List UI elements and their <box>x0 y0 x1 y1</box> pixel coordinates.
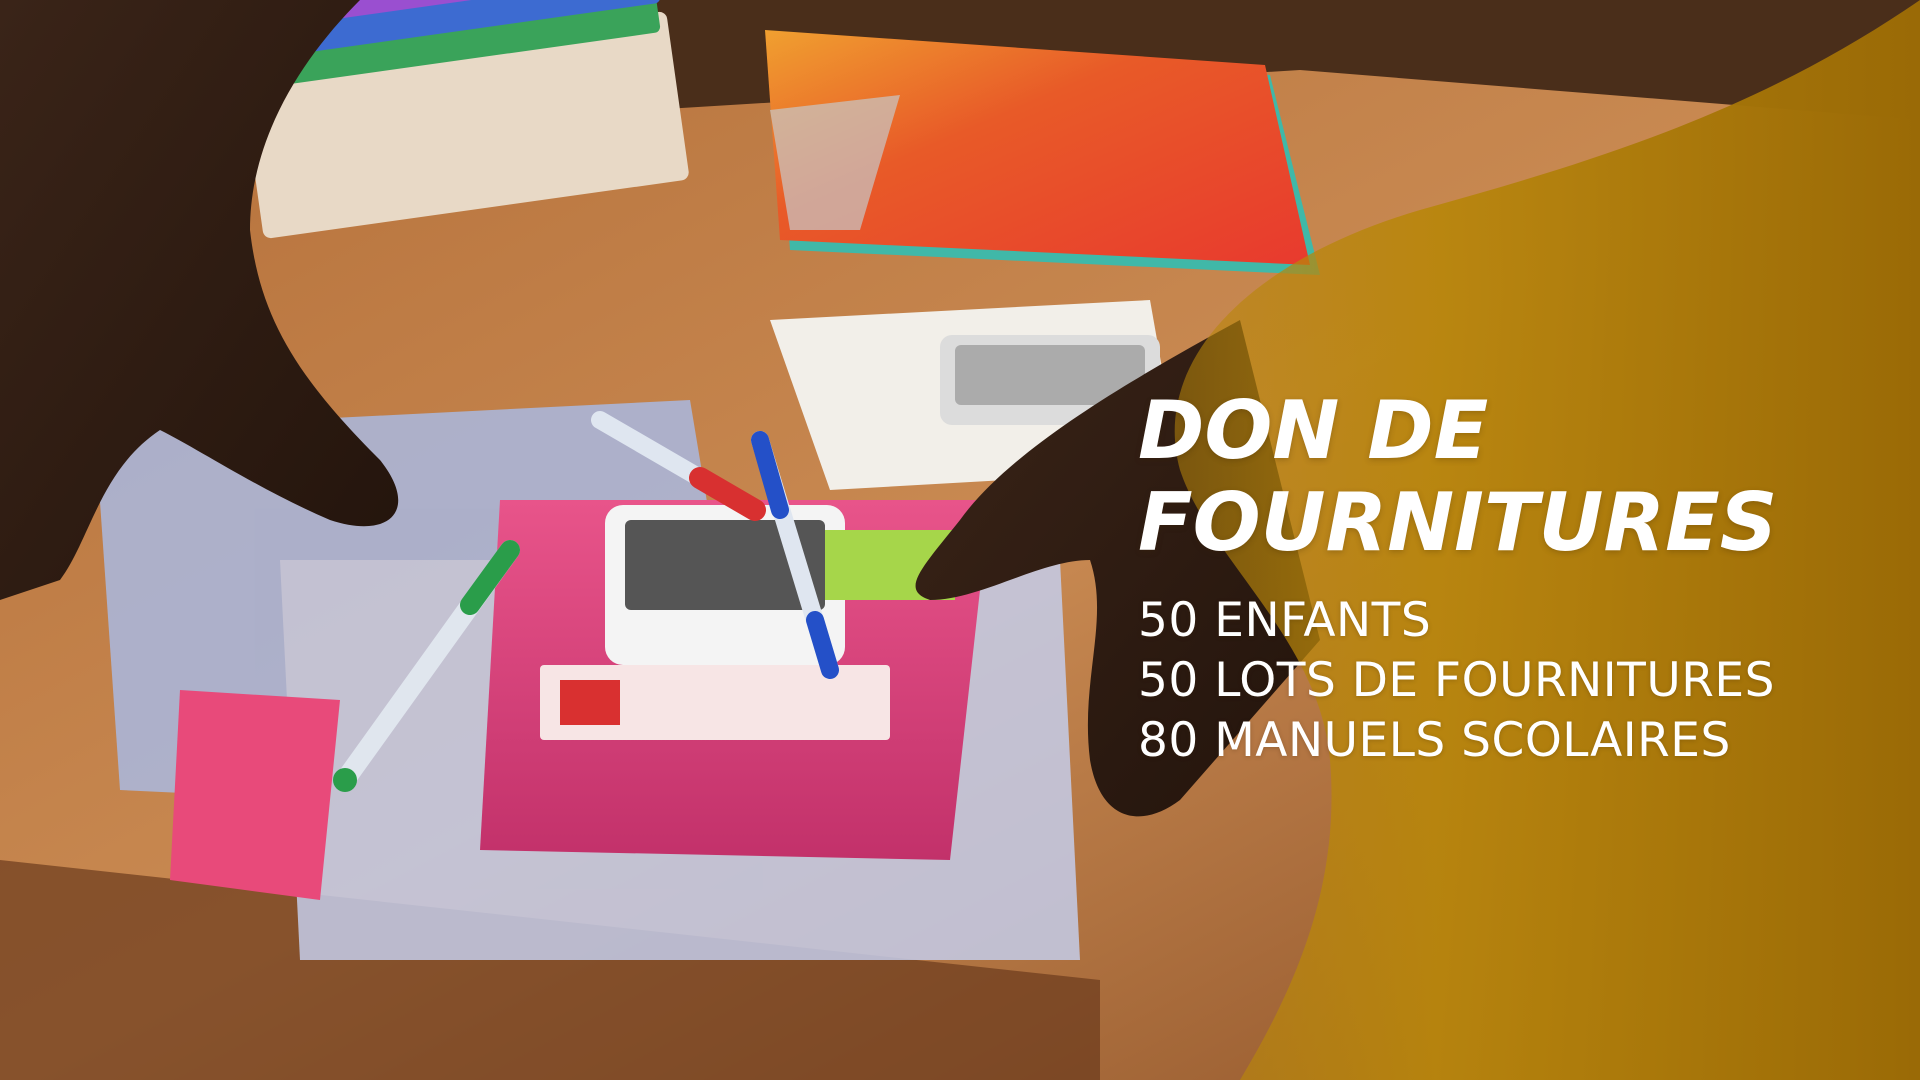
stats-list: 50 ENFANTS 50 LOTS DE FOURNITURES 80 MAN… <box>1138 591 1898 771</box>
stat-supply-kits: 50 LOTS DE FOURNITURES <box>1138 653 1775 708</box>
stat-textbooks: 80 MANUELS SCOLAIRES <box>1138 713 1731 768</box>
donation-banner: DON DE FOURNITURES 50 ENFANTS 50 LOTS DE… <box>0 0 1920 1080</box>
text-block: DON DE FOURNITURES 50 ENFANTS 50 LOTS DE… <box>1138 385 1898 771</box>
stat-children: 50 ENFANTS <box>1138 593 1432 648</box>
title-line-2: FOURNITURES <box>1138 476 1778 569</box>
title-line-1: DON DE <box>1138 384 1489 477</box>
banner-title: DON DE FOURNITURES <box>1138 385 1898 569</box>
